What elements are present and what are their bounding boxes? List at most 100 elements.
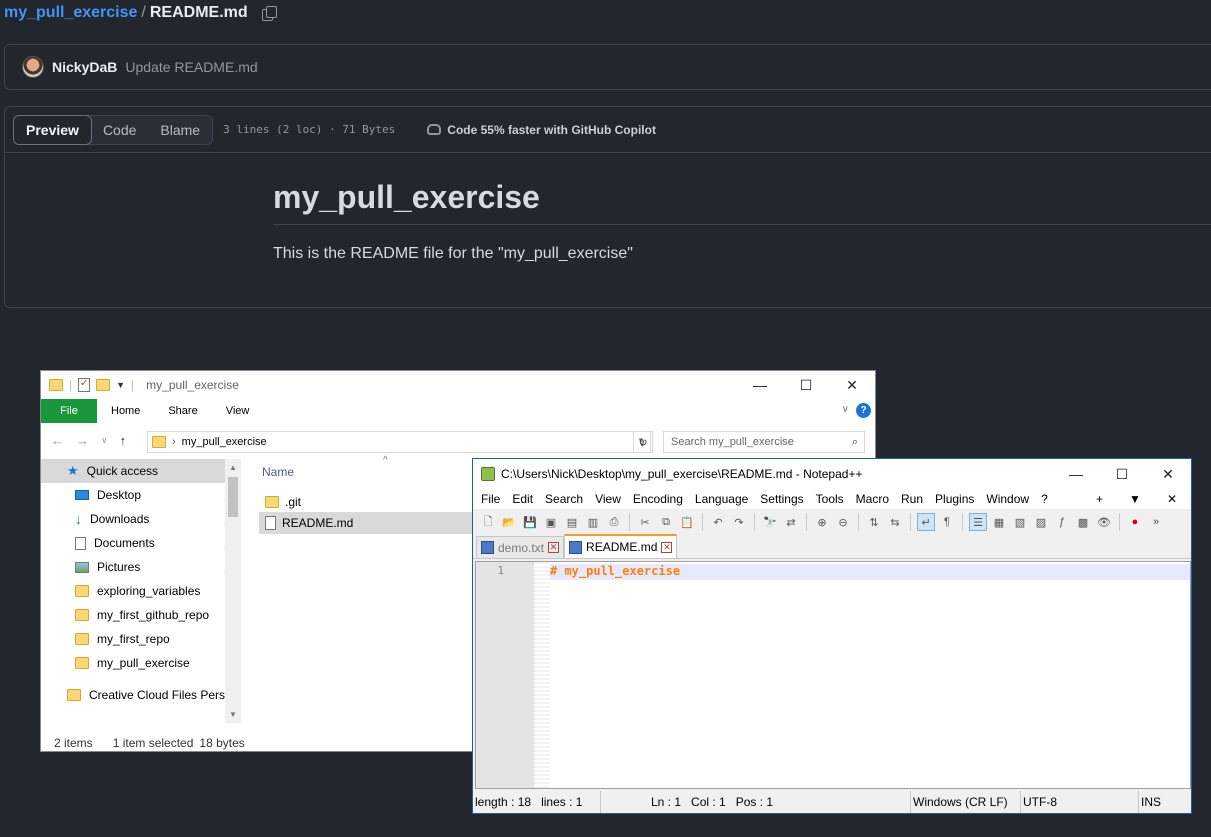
close-button[interactable]: ✕ <box>829 371 875 399</box>
menu-tools[interactable]: Tools <box>810 492 850 506</box>
address-bar[interactable]: › my_pull_exercise ∨ <box>147 431 651 453</box>
copy-icon[interactable]: ⧉ <box>657 513 675 531</box>
scroll-up-icon[interactable]: ▲ <box>229 463 237 472</box>
menu-view[interactable]: View <box>589 492 627 506</box>
menu-file[interactable]: File <box>475 492 506 506</box>
redo-icon[interactable]: ↷ <box>730 513 748 531</box>
recent-locations-icon[interactable]: ∨ <box>101 435 108 446</box>
scrollbar-thumb[interactable] <box>228 477 238 517</box>
maximize-button[interactable]: ☐ <box>783 371 829 399</box>
column-header-name[interactable]: Name <box>262 465 294 479</box>
menu-help[interactable]: ? <box>1035 492 1054 506</box>
close-button[interactable]: ✕ <box>1145 459 1191 489</box>
search-input[interactable]: Search my_pull_exercise ⌕ <box>663 431 865 453</box>
sidebar-item-exploring-variables[interactable]: exploring_variables <box>41 579 241 603</box>
record-macro-icon[interactable]: ● <box>1126 513 1144 531</box>
menu-encoding[interactable]: Encoding <box>627 492 689 506</box>
monitoring-icon[interactable]: 👁 <box>1095 513 1113 531</box>
tab-home[interactable]: Home <box>97 399 154 423</box>
find-icon[interactable]: 🔭 <box>761 513 779 531</box>
print-icon[interactable]: ⎙ <box>605 513 623 531</box>
close-tab-icon[interactable]: ✕ <box>661 541 673 553</box>
code-line[interactable]: # my_pull_exercise <box>550 564 680 578</box>
tab-blame[interactable]: Blame <box>148 116 212 144</box>
expand-ribbon-icon[interactable]: ∨ <box>842 404 849 415</box>
status-encoding[interactable]: UTF-8 <box>1021 791 1139 813</box>
menu-settings[interactable]: Settings <box>754 492 809 506</box>
fold-margin[interactable] <box>534 562 550 788</box>
tab-list-icon[interactable]: ▼ <box>1123 492 1147 506</box>
sidebar-item-my-first-github-repo[interactable]: my_first_github_repo <box>41 603 241 627</box>
close-file-icon[interactable]: ▤ <box>563 513 581 531</box>
sidebar-item-my-pull-exercise[interactable]: my_pull_exercise <box>41 651 241 675</box>
sidebar-item-my-first-repo[interactable]: my_first_repo <box>41 627 241 651</box>
back-arrow-icon[interactable]: ← <box>51 433 64 448</box>
copy-path-icon[interactable] <box>261 6 277 21</box>
sidebar-item-downloads[interactable]: ↓ Downloads 📌 <box>41 507 241 531</box>
menu-language[interactable]: Language <box>689 492 754 506</box>
zoom-out-icon[interactable]: ⊖ <box>834 513 852 531</box>
sync-horizontal-icon[interactable]: ⇆ <box>886 513 904 531</box>
navigation-scrollbar[interactable]: ▲ ▼ <box>225 459 241 723</box>
show-all-chars-icon[interactable]: ¶ <box>938 513 956 531</box>
new-folder-icon[interactable] <box>96 379 111 391</box>
menu-search[interactable]: Search <box>539 492 589 506</box>
commit-message[interactable]: Update README.md <box>125 59 257 75</box>
help-icon[interactable]: ? <box>856 403 871 418</box>
tab-view[interactable]: View <box>212 399 264 423</box>
avatar[interactable] <box>22 56 44 78</box>
sidebar-item-pictures[interactable]: Pictures 📌 <box>41 555 241 579</box>
save-icon[interactable]: 💾 <box>521 513 539 531</box>
new-tab-icon[interactable]: + <box>1090 492 1109 506</box>
folder-workspace-icon[interactable]: ▩ <box>1074 513 1092 531</box>
document-map-icon[interactable]: ▧ <box>1011 513 1029 531</box>
zoom-in-icon[interactable]: ⊕ <box>813 513 831 531</box>
tab-file[interactable]: File <box>41 399 97 423</box>
user-language-icon[interactable]: ▦ <box>990 513 1008 531</box>
document-list-icon[interactable]: ▨ <box>1032 513 1050 531</box>
minimize-button[interactable]: — <box>737 371 783 399</box>
sync-vertical-icon[interactable]: ⇅ <box>865 513 883 531</box>
menu-window[interactable]: Window <box>980 492 1035 506</box>
sidebar-item-documents[interactable]: Documents 📌 <box>41 531 241 555</box>
tab-share[interactable]: Share <box>154 399 211 423</box>
menu-edit[interactable]: Edit <box>506 492 539 506</box>
status-eol[interactable]: Windows (CR LF) <box>911 791 1021 813</box>
sidebar-item-quick-access[interactable]: ★ Quick access <box>41 459 241 483</box>
new-file-icon[interactable]: 🗋 <box>479 513 497 531</box>
copilot-promo[interactable]: Code 55% faster with GitHub Copilot <box>427 123 656 137</box>
up-arrow-icon[interactable]: ↑ <box>120 433 127 448</box>
toolbar-overflow-icon[interactable]: » <box>1147 513 1165 531</box>
maximize-button[interactable]: ☐ <box>1099 459 1145 489</box>
repo-link[interactable]: my_pull_exercise <box>4 4 137 22</box>
menu-macro[interactable]: Macro <box>850 492 895 506</box>
minimize-button[interactable]: — <box>1053 459 1099 489</box>
function-list-icon[interactable]: ƒ <box>1053 513 1071 531</box>
close-document-icon[interactable]: ✕ <box>1161 492 1183 506</box>
sidebar-item-creative-cloud[interactable]: Creative Cloud Files Persor <box>41 683 241 707</box>
tab-code[interactable]: Code <box>91 116 148 144</box>
scroll-down-icon[interactable]: ▼ <box>229 710 237 719</box>
close-tab-icon[interactable]: ✕ <box>548 542 560 553</box>
open-file-icon[interactable]: 📂 <box>500 513 518 531</box>
tab-demo-txt[interactable]: demo.txt ✕ <box>476 536 565 558</box>
commit-author[interactable]: NickyDaB <box>52 59 117 75</box>
cut-icon[interactable]: ✂ <box>636 513 654 531</box>
undo-icon[interactable]: ↶ <box>709 513 727 531</box>
quick-access-dropdown-icon[interactable]: ▼ <box>116 380 125 390</box>
indent-guide-icon[interactable]: ☰ <box>969 513 987 531</box>
tab-preview[interactable]: Preview <box>13 114 92 145</box>
editor-area[interactable]: 1 # my_pull_exercise <box>475 561 1191 789</box>
replace-icon[interactable]: ⇄ <box>782 513 800 531</box>
tab-readme-md[interactable]: README.md ✕ <box>564 534 678 558</box>
word-wrap-icon[interactable]: ↵ <box>917 513 935 531</box>
save-all-icon[interactable]: ▣ <box>542 513 560 531</box>
properties-icon[interactable] <box>78 378 91 392</box>
close-all-icon[interactable]: ▥ <box>584 513 602 531</box>
paste-icon[interactable]: 📋 <box>678 513 696 531</box>
sidebar-item-desktop[interactable]: Desktop 📌 <box>41 483 241 507</box>
menu-plugins[interactable]: Plugins <box>929 492 980 506</box>
menu-run[interactable]: Run <box>895 492 929 506</box>
forward-arrow-icon[interactable]: → <box>76 433 89 448</box>
refresh-icon[interactable]: ↻ <box>633 431 653 453</box>
